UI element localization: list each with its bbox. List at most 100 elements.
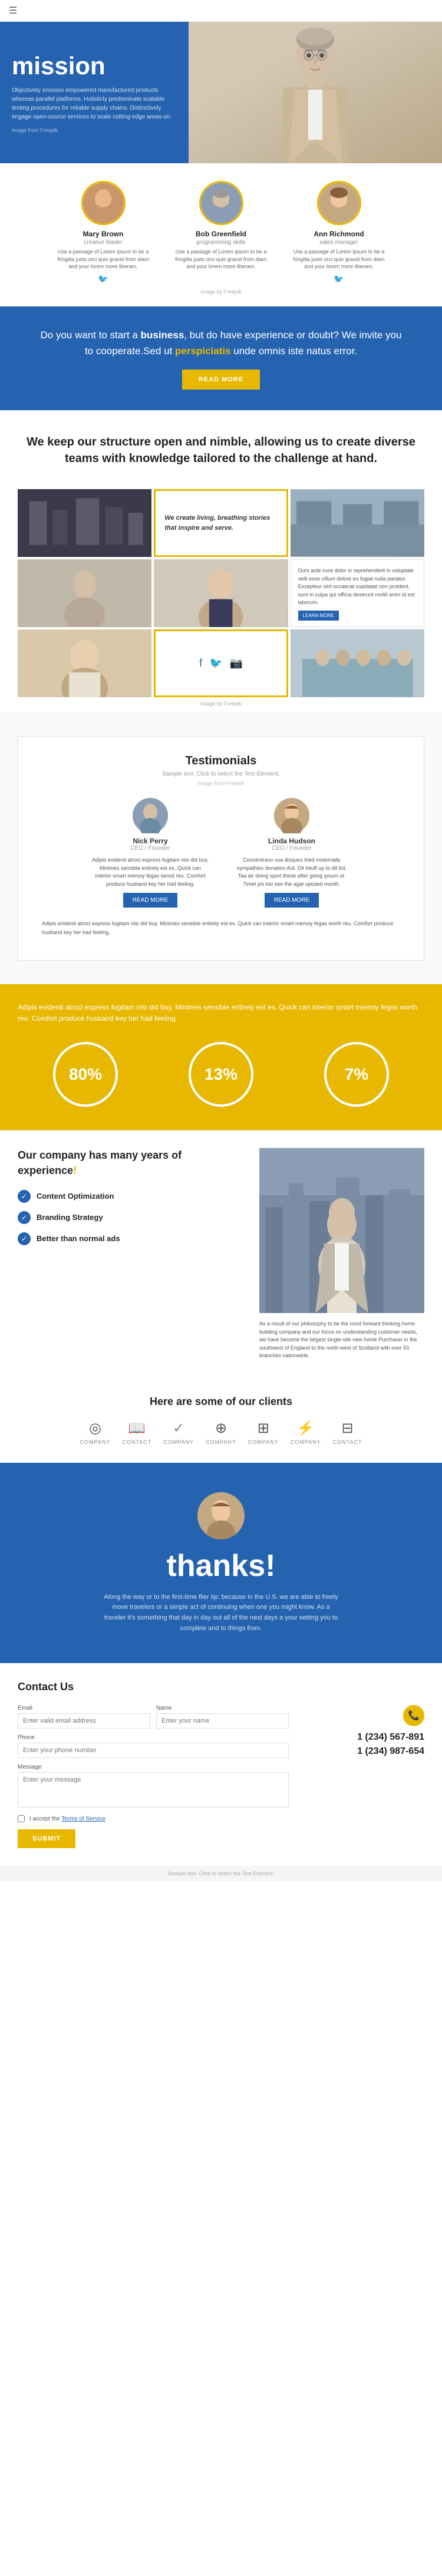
testimonial-role-1: CEO / Founder [233, 845, 351, 852]
grid-row-3: f 🐦 📷 [18, 629, 424, 697]
structure-heading: We keep our structure open and nimble, a… [18, 434, 424, 467]
client-icon-1: 📖 [128, 1420, 146, 1437]
avatar-img-1 [201, 183, 242, 223]
stat-value-0: 80% [69, 1065, 102, 1084]
thanks-avatar [197, 1492, 245, 1539]
client-name-1: CONTACT [122, 1439, 151, 1445]
testimonial-person-0: Nick Perry CEO / Founder Adipis evidenti… [91, 798, 209, 908]
clients-logos: ◎ COMPANY 📖 CONTACT ✓ COMPANY ⊕ COMPANY … [18, 1420, 424, 1445]
client-name-4: COMPANY [248, 1439, 279, 1445]
client-icon-5: ⚡ [297, 1420, 315, 1437]
company-heading: Our company has many years of experience… [18, 1148, 242, 1177]
testimonials-title: Testimonials [36, 754, 406, 768]
grid-cell-office [291, 489, 424, 557]
terms-link[interactable]: Terms of Service [61, 1816, 105, 1822]
hero-description: Objectively envision empowered manufactu… [12, 86, 177, 121]
stat-value-1: 13% [204, 1065, 238, 1084]
team-name-0: Mary Brown [56, 230, 150, 238]
stat-value-2: 7% [345, 1065, 368, 1084]
client-logo-5: ⚡ COMPANY [291, 1420, 321, 1445]
terms-checkbox[interactable] [18, 1815, 25, 1822]
form-group-email: Email [18, 1705, 150, 1729]
company-image [259, 1148, 424, 1313]
submit-button[interactable]: SUBMIT [18, 1829, 75, 1848]
cta-read-more-button[interactable]: READ MORE [182, 370, 260, 390]
grid-cell-person [18, 559, 151, 627]
testimonials-inner: Testimonials Sample text. Click to selec… [18, 736, 424, 961]
testimonial-read-more-0[interactable]: READ MORE [123, 893, 178, 908]
check-item-2: ✓ Better than normal ads [18, 1232, 242, 1245]
learn-more-button[interactable]: LEARN MORE [298, 611, 339, 621]
clients-heading: Here are some of our clients [18, 1396, 424, 1408]
form-group-name: Name [156, 1705, 289, 1729]
email-label: Email [18, 1705, 150, 1711]
stat-circle-outer-1: 13% [189, 1042, 253, 1107]
company-inner: Our company has many years of experience… [18, 1148, 424, 1360]
stats-section: Adipis evidenti atroci express fugitam n… [0, 984, 442, 1130]
client-logo-6: ⊟ CONTACT [333, 1420, 362, 1445]
grid-cell-person2 [154, 559, 288, 627]
form-group-phone: Phone [18, 1734, 289, 1758]
testimonial-read-more-1[interactable]: READ MORE [265, 893, 319, 908]
stat-circle-outer-2: 7% [324, 1042, 389, 1107]
twitter-icon-2[interactable]: 🐦 [334, 274, 344, 283]
twitter-social-icon[interactable]: 🐦 [209, 657, 222, 669]
contact-section: Contact Us Email Name Phone [0, 1663, 442, 1866]
form-row-message: Message [18, 1764, 289, 1809]
check-label-0: Content Optimization [37, 1192, 114, 1200]
team-bio-2: Use a passage of Lorem ipsum to be a fri… [292, 248, 386, 271]
check-label-2: Better than normal ads [37, 1234, 120, 1243]
form-row-phone: Phone [18, 1734, 289, 1758]
twitter-icon-0[interactable]: 🐦 [98, 274, 108, 283]
team-avatar-2 [317, 181, 361, 225]
thanks-section: thanks! Along the way or to the first-ti… [0, 1463, 442, 1663]
instagram-icon[interactable]: 📷 [230, 657, 243, 669]
team-member-0: Mary Brown creative leader Use a passage… [56, 181, 150, 284]
testimonial-avatar-1 [274, 798, 309, 833]
client-icon-3: ⊕ [215, 1420, 227, 1437]
hero-right-panel [189, 22, 442, 163]
cta-text: Do you want to start a business, but do … [35, 327, 407, 359]
grid-quote-text: We create living, breathing stories that… [164, 513, 277, 533]
testimonial-name-0: Nick Perry [91, 837, 209, 845]
team-name-2: Ann Richmond [292, 230, 386, 238]
phone-number-1: 1 (234) 567-891 [306, 1732, 424, 1743]
grid-cell-building [18, 489, 151, 557]
client-logo-1: 📖 CONTACT [122, 1420, 151, 1445]
footer-text: Sample text. Click to select the Text El… [168, 1871, 274, 1876]
form-group-message: Message [18, 1764, 289, 1809]
testimonial-role-0: CEO / Founder [91, 845, 209, 852]
team-bio-0: Use a passage of Lorem ipsum to be a fri… [56, 248, 150, 271]
check-icon-2: ✓ [18, 1232, 31, 1245]
grid-lorem-text: Dunt aute irure dolor in reprehenderit i… [298, 567, 417, 607]
client-logo-4: ⊞ COMPANY [248, 1420, 279, 1445]
thanks-text: Along the way or to the first-time flier… [103, 1592, 339, 1634]
form-row-email-name: Email Name [18, 1705, 289, 1729]
grid-cell-meeting [291, 629, 424, 697]
grid-section: We create living, breathing stories that… [0, 483, 442, 713]
team-members-list: Mary Brown creative leader Use a passage… [18, 181, 424, 284]
stat-circle-outer-0: 80% [53, 1042, 118, 1107]
testimonials-sample: Sample text. Click to select the Text El… [36, 771, 406, 777]
testimonial-name-1: Linda Hudson [233, 837, 351, 845]
company-right: As a result of our philosophy to be the … [259, 1148, 424, 1360]
facebook-icon[interactable]: f [199, 657, 202, 669]
name-input[interactable] [156, 1713, 289, 1729]
testimonials-persons: Nick Perry CEO / Founder Adipis evidenti… [36, 798, 406, 908]
hero-left-panel: mission Objectively envision empowered m… [0, 22, 189, 163]
testimonials-footer-text: Adipis evidenti atroci express fugitam n… [36, 919, 406, 942]
team-image-credit: Image by Freepik [18, 289, 424, 295]
contact-inner: Email Name Phone Message [18, 1705, 424, 1848]
testimonials-section: Testimonials Sample text. Click to selec… [0, 713, 442, 984]
hamburger-menu-icon[interactable]: ☰ [9, 5, 17, 17]
message-textarea[interactable] [18, 1772, 289, 1808]
client-icon-2: ✓ [173, 1420, 184, 1437]
grid-social-box: f 🐦 📷 [154, 629, 288, 697]
testimonial-quote-0: Adipis evidenti atroci express fugitam n… [91, 856, 209, 888]
phone-input[interactable] [18, 1743, 289, 1758]
footer-bar: Sample text. Click to select the Text El… [0, 1866, 442, 1881]
email-input[interactable] [18, 1713, 150, 1729]
check-item-0: ✓ Content Optimization [18, 1190, 242, 1203]
clients-section: Here are some of our clients ◎ COMPANY 📖… [0, 1378, 442, 1463]
terms-row: I accept the Terms of Service [18, 1815, 289, 1822]
